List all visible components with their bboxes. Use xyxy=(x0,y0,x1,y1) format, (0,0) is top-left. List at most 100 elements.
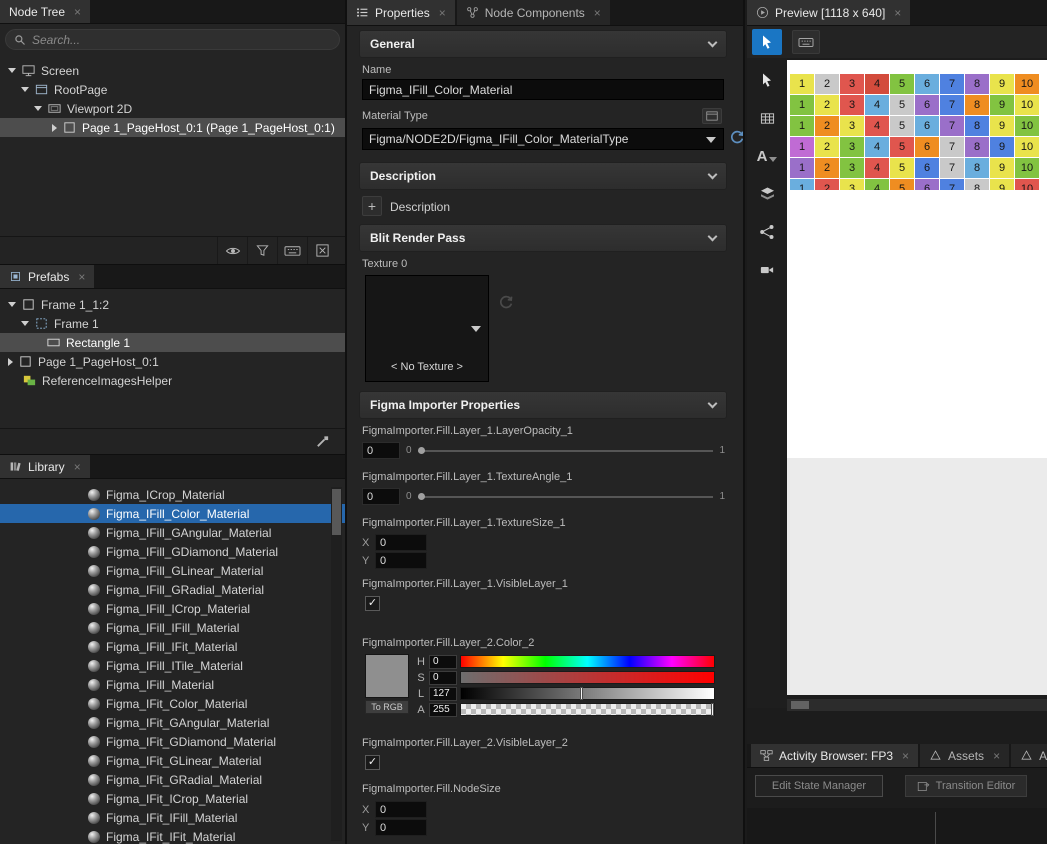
close-icon[interactable]: × xyxy=(74,460,81,474)
edit-state-manager-button[interactable]: Edit State Manager xyxy=(755,775,883,797)
close-icon[interactable]: × xyxy=(594,6,601,20)
section-figma-importer[interactable]: Figma Importer Properties xyxy=(359,391,727,419)
library-item[interactable]: Figma_IFill_GLinear_Material xyxy=(0,561,345,580)
expand-arrow-icon[interactable] xyxy=(34,106,42,111)
transition-editor-button[interactable]: Transition Editor xyxy=(905,775,1027,797)
gradient-handle[interactable] xyxy=(580,687,583,700)
tab-node-components[interactable]: Node Components × xyxy=(457,0,610,25)
search-input[interactable] xyxy=(32,33,331,47)
lightness-input[interactable]: 127 xyxy=(429,687,457,701)
tab-assets[interactable]: Assets × xyxy=(920,744,1009,767)
tab-preview[interactable]: Preview [1118 x 640] × xyxy=(747,0,910,25)
filter-button[interactable] xyxy=(247,237,277,264)
library-item[interactable]: Figma_IFill_GRadial_Material xyxy=(0,580,345,599)
slider-handle[interactable] xyxy=(418,447,425,454)
preview-hscrollbar-thumb[interactable] xyxy=(791,701,809,709)
hue-input[interactable]: 0 xyxy=(429,655,457,669)
library-scrollbar-thumb[interactable] xyxy=(332,489,341,535)
close-icon[interactable]: × xyxy=(439,6,446,20)
texture-dropdown[interactable]: < No Texture > xyxy=(365,275,489,382)
close-icon[interactable]: × xyxy=(78,270,85,284)
layers-button[interactable] xyxy=(755,182,779,206)
tree-item-rootpage[interactable]: RootPage xyxy=(0,80,345,99)
library-item[interactable]: Figma_IFill_IFill_Material xyxy=(0,618,345,637)
prefab-item-rectangle1[interactable]: Rectangle 1 xyxy=(0,333,345,352)
slider-track[interactable] xyxy=(418,492,714,501)
text-tool-button[interactable]: A xyxy=(755,144,779,168)
virtual-keyboard-button[interactable] xyxy=(792,30,820,54)
tab-node-tree[interactable]: Node Tree × xyxy=(0,0,90,23)
library-item[interactable]: Figma_IFill_Color_Material xyxy=(0,504,345,523)
name-input[interactable] xyxy=(362,79,724,100)
library-item[interactable]: Figma_IFit_GDiamond_Material xyxy=(0,732,345,751)
saturation-input[interactable]: 0 xyxy=(429,671,457,685)
node-size-y-input[interactable]: 0 xyxy=(375,819,427,836)
slider-handle[interactable] xyxy=(418,493,425,500)
library-item[interactable]: Figma_IFill_GAngular_Material xyxy=(0,523,345,542)
expand-arrow-icon[interactable] xyxy=(21,87,29,92)
tree-item-pagehost[interactable]: Page 1_PageHost_0:1 (Page 1_PageHost_0:1… xyxy=(0,118,345,137)
close-icon[interactable]: × xyxy=(902,749,909,763)
camera-button[interactable] xyxy=(755,258,779,282)
material-type-revert-button[interactable] xyxy=(728,129,745,147)
collapse-arrow-icon[interactable] xyxy=(8,358,13,366)
tree-item-screen[interactable]: Screen xyxy=(0,61,345,80)
preview-canvas[interactable]: 1234567891012345678910123456789101234567… xyxy=(787,60,1047,695)
panel-splitter[interactable] xyxy=(935,812,936,844)
lightness-gradient-bar[interactable] xyxy=(460,687,715,700)
select-tool-button[interactable] xyxy=(755,68,779,92)
texture-revert-button[interactable] xyxy=(497,294,515,312)
interact-tool-button[interactable] xyxy=(752,29,782,55)
tab-asset-partial[interactable]: Asset xyxy=(1011,744,1047,767)
shortcut-grid-button[interactable] xyxy=(277,237,307,264)
library-item[interactable]: Figma_IFill_ITile_Material xyxy=(0,656,345,675)
prefab-item-frame1-12[interactable]: Frame 1_1:2 xyxy=(0,295,345,314)
texture-size-x-input[interactable]: 0 xyxy=(375,534,427,551)
node-size-x-input[interactable]: 0 xyxy=(375,801,427,818)
library-item[interactable]: Figma_IFit_GAngular_Material xyxy=(0,713,345,732)
prefab-item-frame1[interactable]: Frame 1 xyxy=(0,314,345,333)
library-item[interactable]: Figma_IFill_Material xyxy=(0,675,345,694)
clear-selection-button[interactable] xyxy=(307,237,337,264)
tab-library[interactable]: Library × xyxy=(0,455,90,478)
node-graph-button[interactable] xyxy=(755,220,779,244)
slider-track[interactable] xyxy=(418,446,714,455)
grid-view-button[interactable] xyxy=(755,106,779,130)
expand-arrow-icon[interactable] xyxy=(21,321,29,326)
color-swatch[interactable] xyxy=(365,654,409,698)
hue-gradient-bar[interactable] xyxy=(460,655,715,668)
preview-hscrollbar[interactable] xyxy=(787,699,1047,711)
prefab-item-referenceimageshelper[interactable]: ReferenceImagesHelper xyxy=(0,371,345,390)
close-icon[interactable]: × xyxy=(993,749,1000,763)
collapse-arrow-icon[interactable] xyxy=(52,124,57,132)
section-blit-render-pass[interactable]: Blit Render Pass xyxy=(359,224,727,252)
add-description-button[interactable]: + xyxy=(362,196,382,216)
node-tree-searchbox[interactable] xyxy=(5,29,340,50)
library-scrollbar[interactable] xyxy=(331,487,342,841)
tab-properties[interactable]: Properties × xyxy=(347,0,455,25)
material-type-dropdown[interactable]: Figma/NODE2D/Figma_IFill_Color_MaterialT… xyxy=(362,128,724,150)
expand-arrow-icon[interactable] xyxy=(8,68,16,73)
close-icon[interactable]: × xyxy=(74,5,81,19)
alpha-gradient-bar[interactable] xyxy=(460,703,715,716)
library-item[interactable]: Figma_IFit_Color_Material xyxy=(0,694,345,713)
library-item[interactable]: Figma_IFill_IFit_Material xyxy=(0,637,345,656)
prefab-tool-button[interactable] xyxy=(307,429,337,454)
gradient-handle[interactable] xyxy=(711,703,714,716)
library-item[interactable]: Figma_IFit_GRadial_Material xyxy=(0,770,345,789)
layer-opacity-value-input[interactable]: 0 xyxy=(362,442,400,459)
visible-layer-1-checkbox[interactable]: ✓ xyxy=(365,596,380,611)
library-item[interactable]: Figma_IFit_ICrop_Material xyxy=(0,789,345,808)
tab-prefabs[interactable]: Prefabs × xyxy=(0,265,94,288)
visible-layer-2-checkbox[interactable]: ✓ xyxy=(365,755,380,770)
alpha-input[interactable]: 255 xyxy=(429,703,457,717)
section-description[interactable]: Description xyxy=(359,162,727,190)
library-item[interactable]: Figma_IFill_GDiamond_Material xyxy=(0,542,345,561)
library-item[interactable]: Figma_IFill_ICrop_Material xyxy=(0,599,345,618)
material-type-editor-button[interactable] xyxy=(702,108,722,124)
close-icon[interactable]: × xyxy=(894,6,901,20)
tab-activity-browser[interactable]: Activity Browser: FP3 × xyxy=(751,744,918,767)
texture-size-y-input[interactable]: 0 xyxy=(375,552,427,569)
prefab-item-pagehost[interactable]: Page 1_PageHost_0:1 xyxy=(0,352,345,371)
library-item[interactable]: Figma_IFit_IFill_Material xyxy=(0,808,345,827)
